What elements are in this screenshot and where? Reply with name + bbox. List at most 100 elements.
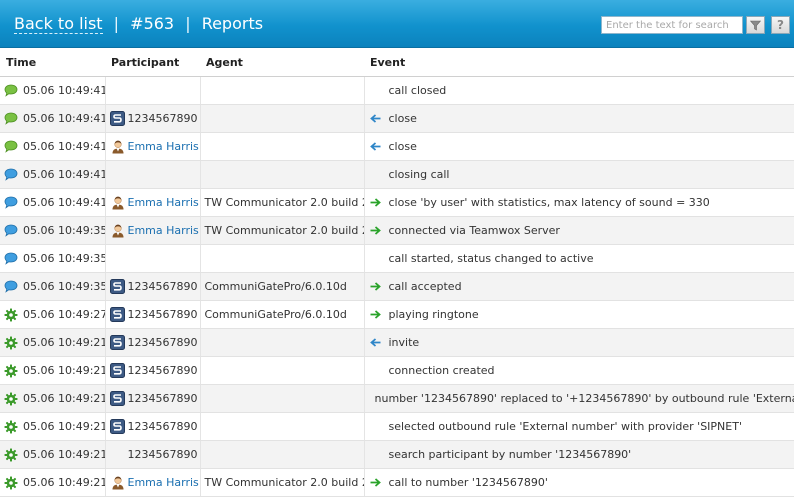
header-bar: Back to list | #563 | Reports ? bbox=[0, 0, 794, 48]
participant-name: 1234567890 bbox=[128, 336, 198, 349]
table-row[interactable]: 05.06 10:49:211234567890number '12345678… bbox=[0, 385, 794, 413]
time-text: 05.06 10:49:41 bbox=[23, 168, 105, 181]
outgoing-arrow-icon bbox=[370, 478, 381, 487]
time-text: 05.06 10:49:35 bbox=[23, 224, 105, 237]
participant-avatar bbox=[110, 391, 126, 407]
user-icon bbox=[111, 195, 125, 210]
table-row[interactable]: 05.06 10:49:211234567890invite bbox=[0, 329, 794, 357]
cell-agent bbox=[200, 441, 364, 469]
table-row[interactable]: 05.06 10:49:41call closed bbox=[0, 77, 794, 105]
direction-indicator bbox=[369, 114, 383, 123]
cell-participant bbox=[105, 77, 200, 105]
event-text: closing call bbox=[389, 168, 450, 181]
cell-time: 05.06 10:49:27 bbox=[0, 301, 105, 329]
table-row[interactable]: 05.06 10:49:411234567890close bbox=[0, 105, 794, 133]
table-row[interactable]: 05.06 10:49:211234567890connection creat… bbox=[0, 357, 794, 385]
table-row[interactable]: 05.06 10:49:211234567890selected outboun… bbox=[0, 413, 794, 441]
table-row[interactable]: 05.06 10:49:271234567890CommuniGatePro/6… bbox=[0, 301, 794, 329]
outgoing-arrow-icon bbox=[370, 282, 381, 291]
event-status-indicator bbox=[4, 364, 18, 378]
participant-name[interactable]: Emma Harris bbox=[128, 476, 199, 489]
agent-text: CommuniGatePro/6.0.10d bbox=[205, 308, 347, 321]
server-logo-icon bbox=[110, 307, 125, 322]
cell-time: 05.06 10:49:21 bbox=[0, 413, 105, 441]
participant-name[interactable]: Emma Harris bbox=[128, 196, 199, 209]
event-status-indicator bbox=[4, 224, 18, 238]
incoming-arrow-icon bbox=[370, 142, 381, 151]
cell-agent bbox=[200, 77, 364, 105]
table-row[interactable]: 05.06 10:49:211234567890search participa… bbox=[0, 441, 794, 469]
help-button[interactable]: ? bbox=[771, 16, 790, 34]
cell-participant: 1234567890 bbox=[105, 329, 200, 357]
participant-name: 1234567890 bbox=[128, 112, 198, 125]
event-text: number '1234567890' replaced to '+123456… bbox=[375, 392, 794, 405]
filter-button[interactable] bbox=[746, 16, 765, 34]
event-status-indicator bbox=[4, 140, 18, 154]
time-text: 05.06 10:49:35 bbox=[23, 280, 105, 293]
participant-avatar bbox=[110, 307, 126, 323]
direction-indicator bbox=[369, 142, 383, 151]
chat-bubble-icon bbox=[4, 140, 18, 153]
cell-participant: 1234567890 bbox=[105, 413, 200, 441]
time-text: 05.06 10:49:21 bbox=[23, 364, 105, 377]
chat-bubble-icon bbox=[4, 224, 18, 237]
cell-participant: 1234567890 bbox=[105, 273, 200, 301]
cell-event: call to number '1234567890' bbox=[364, 469, 794, 497]
gear-icon bbox=[4, 336, 18, 350]
gear-icon bbox=[4, 448, 18, 462]
cell-agent bbox=[200, 385, 364, 413]
cell-participant: Emma Harris bbox=[105, 189, 200, 217]
server-logo-icon bbox=[110, 419, 125, 434]
chat-bubble-icon bbox=[4, 112, 18, 125]
agent-text: CommuniGatePro/6.0.10d bbox=[205, 280, 347, 293]
incoming-arrow-icon bbox=[370, 114, 381, 123]
agent-text: TW Communicator 2.0 build 2187 bbox=[205, 196, 365, 209]
column-header-time[interactable]: Time bbox=[0, 48, 105, 77]
table-row[interactable]: 05.06 10:49:35 1234567890 CommuniGatePro/6… bbox=[0, 273, 794, 301]
table-row[interactable]: 05.06 10:49:41Emma Harrisclose bbox=[0, 133, 794, 161]
event-status-indicator bbox=[4, 448, 18, 462]
participant-name[interactable]: Emma Harris bbox=[128, 224, 199, 237]
back-to-list-link[interactable]: Back to list bbox=[14, 14, 103, 34]
cell-participant: 1234567890 bbox=[105, 385, 200, 413]
table-row[interactable]: 05.06 10:49:35call started, status chang… bbox=[0, 245, 794, 273]
participant-avatar bbox=[110, 139, 126, 155]
table-row[interactable]: 05.06 10:49:41Emma HarrisTW Communicator… bbox=[0, 189, 794, 217]
event-text: call accepted bbox=[389, 280, 462, 293]
breadcrumb: Back to list | #563 | Reports bbox=[14, 14, 263, 33]
table-row[interactable]: 05.06 10:49:21Emma HarrisTW Communicator… bbox=[0, 469, 794, 497]
table-row[interactable]: 05.06 10:49:35Emma HarrisTW Communicator… bbox=[0, 217, 794, 245]
cell-time: 05.06 10:49:21 bbox=[0, 441, 105, 469]
column-header-event[interactable]: Event bbox=[364, 48, 794, 77]
cell-event: connected via Teamwox Server bbox=[364, 217, 794, 245]
participant-avatar bbox=[110, 475, 126, 491]
time-text: 05.06 10:49:21 bbox=[23, 448, 105, 461]
participant-name: 1234567890 bbox=[128, 392, 198, 405]
direction-indicator bbox=[369, 198, 383, 207]
gear-icon bbox=[4, 420, 18, 434]
cell-event: number '1234567890' replaced to '+123456… bbox=[364, 385, 794, 413]
search-input[interactable] bbox=[601, 16, 743, 34]
cell-agent bbox=[200, 357, 364, 385]
participant-name[interactable]: Emma Harris bbox=[128, 140, 199, 153]
cell-time: 05.06 10:49:21 bbox=[0, 329, 105, 357]
server-logo-icon bbox=[110, 335, 125, 350]
event-text: close 'by user' with statistics, max lat… bbox=[389, 196, 710, 209]
participant-name: 1234567890 bbox=[128, 280, 198, 293]
cell-participant: 1234567890 bbox=[105, 441, 200, 469]
server-logo-icon bbox=[110, 279, 125, 294]
column-header-agent[interactable]: Agent bbox=[200, 48, 364, 77]
direction-indicator bbox=[369, 478, 383, 487]
table-row[interactable]: 05.06 10:49:41 closing call bbox=[0, 161, 794, 189]
breadcrumb-separator: | bbox=[114, 14, 119, 33]
column-header-participant[interactable]: Participant bbox=[105, 48, 200, 77]
user-icon bbox=[111, 475, 125, 490]
server-logo-icon bbox=[110, 111, 125, 126]
participant-avatar bbox=[110, 335, 126, 351]
chat-bubble-icon bbox=[4, 84, 18, 97]
cell-agent: CommuniGatePro/6.0.10d bbox=[200, 301, 364, 329]
cell-time: 05.06 10:49:35 bbox=[0, 273, 105, 301]
cell-participant: Emma Harris bbox=[105, 217, 200, 245]
cell-event: call accepted bbox=[364, 273, 794, 301]
event-status-indicator bbox=[4, 420, 18, 434]
